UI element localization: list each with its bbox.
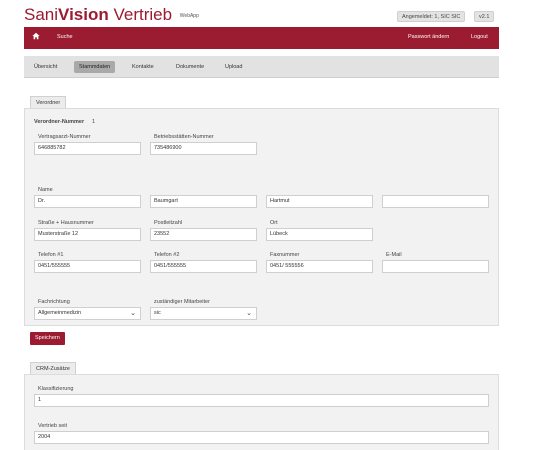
save-button[interactable]: Speichern [30, 332, 65, 345]
staff-select[interactable]: sic ⌄ [150, 307, 257, 320]
specialty-select-value: Allgemeinmedizin [38, 310, 82, 316]
verordner-number-value: 1 [92, 119, 96, 125]
logout-link[interactable]: Logout [471, 34, 488, 40]
brand-part-vision: Vision [58, 5, 109, 24]
fax-input[interactable]: 0451/ 555556 [266, 260, 373, 273]
change-password-link[interactable]: Passwort ändern [408, 34, 449, 40]
city-input[interactable]: Lübeck [266, 228, 373, 241]
specialty-select[interactable]: Allgemeinmedizin ⌄ [34, 307, 141, 320]
classification-label: Klassifizierung [38, 386, 74, 392]
vertragsarzt-input[interactable]: 646885782 [34, 142, 141, 155]
phone1-label: Telefon #1 [38, 252, 64, 258]
nav-search-link[interactable]: Suche [57, 34, 73, 40]
classification-input[interactable]: 1 [34, 394, 489, 407]
tab-uebersicht[interactable]: Übersicht [29, 61, 62, 73]
email-input[interactable] [382, 260, 489, 273]
chevron-down-icon: ⌄ [130, 310, 136, 317]
specialty-label: Fachrichtung [38, 299, 70, 305]
tab-dokumente[interactable]: Dokumente [171, 61, 209, 73]
title-input[interactable]: Dr. [34, 195, 141, 208]
verordner-number-label: Verordner-Nummer [34, 119, 85, 125]
phone2-input[interactable]: 0451/555555 [150, 260, 257, 273]
section-tab-verordner[interactable]: Verordner [30, 96, 67, 108]
firstname-input[interactable]: Hartmut [266, 195, 373, 208]
zip-label: Postleitzahl [154, 220, 183, 226]
login-status-badge[interactable]: Angemeldet: 1, SIC SIC [397, 11, 466, 22]
app-logo: SaniVision Vertrieb WebApp [24, 5, 199, 25]
fax-label: Faxnummer [270, 252, 300, 258]
vertragsarzt-label: Vertragsarzt-Nummer [38, 134, 91, 140]
betriebsstaetten-label: Betriebsstätten-Nummer [154, 134, 214, 140]
city-label: Ort [270, 220, 278, 226]
staff-select-value: sic [154, 310, 161, 316]
version-badge: v2.1 [474, 11, 495, 22]
phone2-label: Telefon #2 [154, 252, 180, 258]
sub-navbar: Übersicht Stammdaten Kontakte Dokumente … [24, 56, 499, 78]
name-label: Name [38, 187, 53, 193]
name-extra-input[interactable] [382, 195, 489, 208]
zip-input[interactable]: 23552 [150, 228, 257, 241]
home-icon[interactable] [32, 32, 42, 42]
tab-stammdaten[interactable]: Stammdaten [74, 61, 116, 73]
tab-kontakte[interactable]: Kontakte [127, 61, 159, 73]
street-label: Straße + Hausnummer [38, 220, 94, 226]
staff-label: zuständiger Mitarbeiter [154, 299, 210, 305]
chevron-down-icon: ⌄ [246, 310, 252, 317]
betriebsstaetten-input[interactable]: 735486900 [150, 142, 257, 155]
sales-since-input[interactable]: 2004 [34, 431, 489, 444]
section-tab-crm[interactable]: CRM-Zusätze [30, 362, 76, 374]
header: SaniVision Vertrieb WebApp Angemeldet: 1… [0, 0, 543, 26]
brand-subtitle: WebApp [179, 12, 199, 19]
tab-upload[interactable]: Upload [220, 61, 247, 73]
brand-part-sani: Sani [24, 5, 59, 24]
main-navbar: Suche Passwort ändern Logout [24, 27, 499, 49]
email-label: E-Mail [386, 252, 402, 258]
street-input[interactable]: Musterstraße 12 [34, 228, 141, 241]
sales-since-label: Vertrieb seit [38, 423, 68, 429]
lastname-input[interactable]: Baumgart [150, 195, 257, 208]
verordner-panel [24, 108, 499, 326]
phone1-input[interactable]: 0451/555555 [34, 260, 141, 273]
brand-part-vertrieb: Vertrieb [108, 5, 173, 24]
